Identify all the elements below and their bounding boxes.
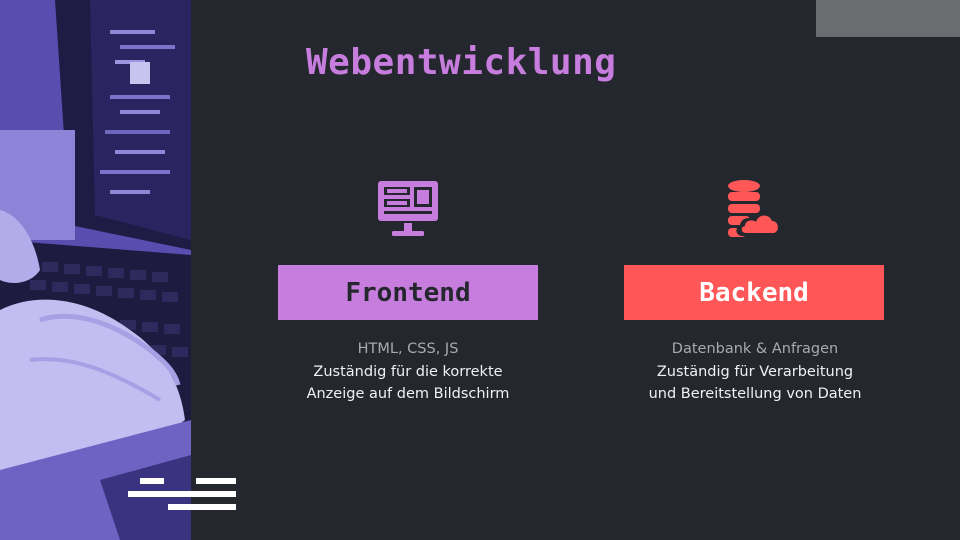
frontend-technologies: HTML, CSS, JS <box>357 341 459 357</box>
backend-label: Backend <box>624 265 884 320</box>
laptop-typing-photo <box>0 0 191 540</box>
slide-title: Webentwicklung <box>306 42 617 83</box>
laptop-typing-illustration <box>0 0 191 540</box>
backend-description: Datenbank & Anfragen Zuständig für Verar… <box>605 338 905 406</box>
backend-description-line2: und Bereitstellung von Daten <box>648 386 862 402</box>
frontend-description: HTML, CSS, JS Zuständig für die korrekte… <box>258 338 558 406</box>
frontend-label: Frontend <box>278 265 538 320</box>
frontend-description-line1: Zuständig für die korrekte <box>313 363 503 380</box>
monitor-icon <box>376 179 440 239</box>
backend-technologies: Datenbank & Anfragen <box>671 341 839 357</box>
frontend-description-line2: Anzeige auf dem Bildschirm <box>306 386 510 402</box>
backend-description-line1: Zuständig für Verarbeitung <box>656 363 854 380</box>
slide: Webentwicklung Frontend HTML, CSS, JS Zu… <box>0 0 960 540</box>
database-cloud-icon <box>724 178 784 242</box>
corner-tab-decoration <box>816 0 960 37</box>
stripes-logo-icon <box>128 478 236 512</box>
